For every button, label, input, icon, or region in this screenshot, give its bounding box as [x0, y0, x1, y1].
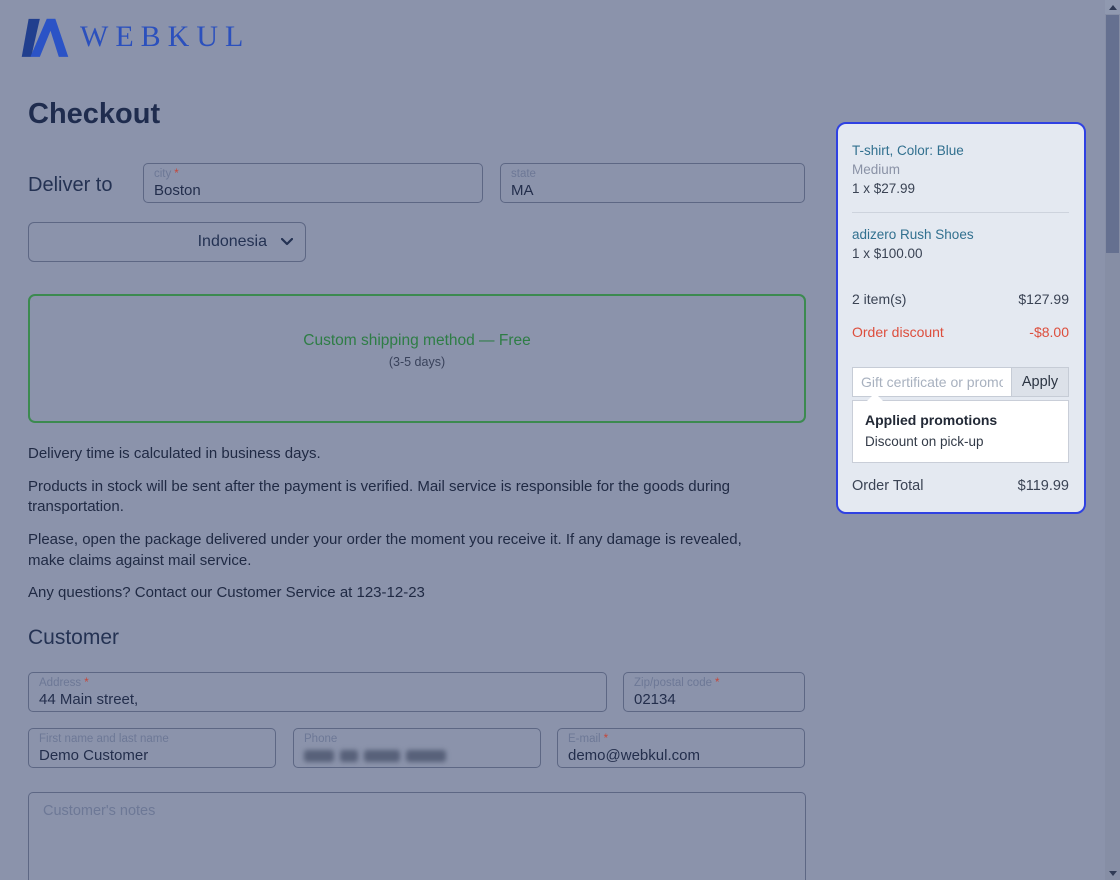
address-label: Address — [39, 677, 82, 689]
order-total-value: $119.99 — [1017, 478, 1069, 494]
country-selected-value: Indonesia — [197, 233, 267, 250]
order-discount-value: -$8.00 — [1029, 324, 1069, 340]
webkul-logo-icon — [21, 18, 69, 57]
shipping-method-label: Custom shipping method — Free — [303, 332, 531, 349]
divider — [852, 212, 1069, 213]
shipping-duration: (3-5 days) — [388, 355, 446, 369]
order-discount-row: Order discount -$8.00 — [852, 324, 1069, 340]
customer-section-title: Customer — [28, 626, 120, 649]
scroll-down-button[interactable] — [1105, 866, 1120, 880]
required-asterisk: * — [84, 677, 89, 689]
cart-item-title[interactable]: adizero Rush Shoes — [852, 225, 1069, 244]
order-summary-panel: T-shirt, Color: Blue Medium 1 x $27.99 a… — [836, 122, 1086, 514]
scroll-up-icon — [1108, 4, 1117, 10]
applied-promotions-popup: Applied promotions Discount on pick-up — [852, 393, 1069, 463]
state-field: state — [500, 163, 805, 203]
customer-notes-input[interactable] — [41, 801, 797, 880]
zip-input[interactable] — [634, 690, 794, 709]
checkout-page: WEBKUL Checkout Deliver to city* state I… — [0, 0, 1120, 880]
items-subtotal-value: $127.99 — [1018, 291, 1069, 307]
phone-label: Phone — [304, 733, 338, 745]
webkul-logo[interactable]: WEBKUL — [20, 16, 250, 58]
applied-promotions-title: Applied promotions — [865, 412, 998, 428]
required-asterisk: * — [603, 733, 609, 745]
cart-item-variant: Medium — [852, 162, 901, 177]
city-label: city — [154, 168, 172, 180]
required-asterisk: * — [174, 168, 179, 180]
state-input[interactable] — [511, 181, 794, 200]
page-title: Checkout — [28, 98, 161, 130]
apply-promo-button[interactable]: Apply — [1011, 367, 1069, 397]
city-field: city * — [143, 163, 483, 203]
phone-redacted-value — [304, 747, 530, 764]
phone-field[interactable]: Phone — [293, 728, 541, 768]
delivery-info-line: Any questions? Contact our Customer Serv… — [28, 584, 425, 602]
state-label: state — [511, 168, 536, 180]
order-total-row: Order Total $119.99 — [852, 478, 1069, 494]
zip-label: Zip/postal code — [634, 677, 712, 689]
promo-code-row: Apply — [852, 367, 1069, 397]
order-discount-label: Order discount — [852, 324, 944, 340]
required-asterisk: * — [715, 677, 720, 689]
email-input[interactable] — [568, 746, 794, 765]
order-total-label: Order Total — [852, 478, 924, 494]
cart-item-qty-price: 1 x $27.99 — [852, 181, 916, 196]
name-label: First name and last name — [39, 733, 169, 745]
deliver-to-label: Deliver to — [28, 174, 113, 196]
delivery-info-line: Delivery time is calculated in business … — [28, 445, 321, 462]
cart-item: T-shirt, Color: Blue Medium 1 x $27.99 — [852, 141, 1069, 198]
country-select[interactable]: Indonesia — [28, 222, 306, 262]
delivery-info-line: Please, open the package delivered under… — [28, 531, 742, 569]
items-count: 2 item(s) — [852, 291, 907, 307]
customer-notes-field — [28, 792, 806, 880]
scrollbar-thumb[interactable] — [1106, 15, 1119, 253]
zip-field: Zip/postal code * — [623, 672, 805, 712]
cart-item-qty-price: 1 x $100.00 — [852, 246, 923, 261]
address-input[interactable] — [39, 690, 596, 709]
delivery-info: Delivery time is calculated in business … — [28, 444, 773, 616]
logo-wordmark: WEBKUL — [80, 20, 251, 53]
shipping-method-option[interactable]: Custom shipping method — Free (3-5 days) — [28, 294, 806, 423]
scroll-down-icon — [1108, 870, 1117, 876]
email-field: E-mail * — [557, 728, 805, 768]
address-field: Address * — [28, 672, 607, 712]
name-field: First name and last name — [28, 728, 276, 768]
applied-promotion-item: Discount on pick-up — [865, 434, 984, 449]
cart-item: adizero Rush Shoes 1 x $100.00 — [852, 225, 1069, 263]
scroll-up-button[interactable] — [1105, 0, 1120, 14]
items-subtotal-row: 2 item(s) $127.99 — [852, 291, 1069, 307]
name-input[interactable] — [39, 746, 265, 765]
chevron-down-icon — [281, 238, 293, 246]
city-input[interactable] — [154, 181, 472, 200]
email-label: E-mail — [568, 733, 601, 745]
vertical-scrollbar[interactable] — [1105, 0, 1120, 880]
cart-item-title[interactable]: T-shirt, Color: Blue — [852, 141, 1069, 160]
delivery-info-line: Products in stock will be sent after the… — [28, 477, 730, 516]
